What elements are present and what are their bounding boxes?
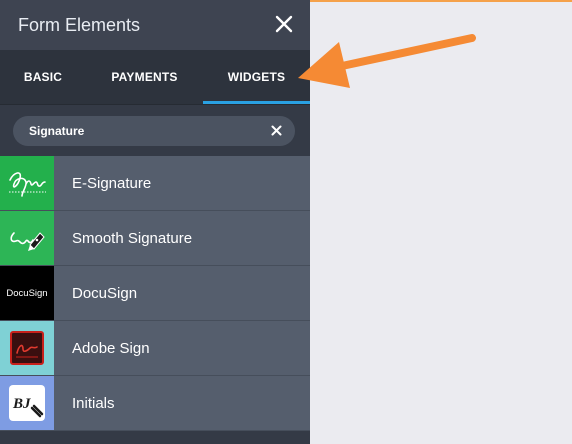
top-accent-line [310, 0, 572, 2]
list-item-smooth-signature[interactable]: Smooth Signature [0, 211, 310, 266]
initials-icon: BJ [0, 376, 54, 430]
search-area [0, 105, 310, 156]
list-item-label: Adobe Sign [72, 339, 150, 357]
svg-text:BJ: BJ [12, 396, 31, 412]
adobe-sign-icon [0, 321, 54, 375]
docusign-logo-text: DocuSign [6, 287, 48, 299]
close-button[interactable] [272, 12, 296, 36]
clear-search-button[interactable] [269, 124, 283, 138]
widget-list: E-Signature Smooth Signature DocuSign Do… [0, 156, 310, 431]
form-elements-panel: Form Elements BASIC PAYMENTS WIDGETS Sig… [0, 0, 310, 444]
list-item-label: Smooth Signature [72, 229, 193, 247]
clear-icon [271, 125, 281, 136]
list-item-docusign[interactable]: DocuSign DocuSign [0, 266, 310, 321]
tab-widgets[interactable]: WIDGETS [203, 50, 310, 104]
list-item-initials[interactable]: BJ Initials [0, 376, 310, 431]
search-box [13, 115, 295, 146]
panel-title: Form Elements [18, 14, 141, 35]
tab-basic[interactable]: BASIC [0, 50, 86, 104]
list-item-label: Initials [72, 394, 115, 412]
search-input[interactable] [29, 123, 249, 138]
panel-header: Form Elements [0, 0, 310, 50]
smooth-signature-icon [0, 211, 54, 265]
e-signature-icon [0, 156, 54, 210]
list-item-adobe-sign[interactable]: Adobe Sign [0, 321, 310, 376]
tab-bar: BASIC PAYMENTS WIDGETS [0, 50, 310, 105]
list-item-label: E-Signature [72, 174, 152, 192]
docusign-logo: DocuSign [0, 266, 54, 320]
list-item-label: DocuSign [72, 284, 138, 302]
close-icon [275, 15, 293, 33]
list-item-e-signature[interactable]: E-Signature [0, 156, 310, 211]
tab-payments[interactable]: PAYMENTS [86, 50, 203, 104]
